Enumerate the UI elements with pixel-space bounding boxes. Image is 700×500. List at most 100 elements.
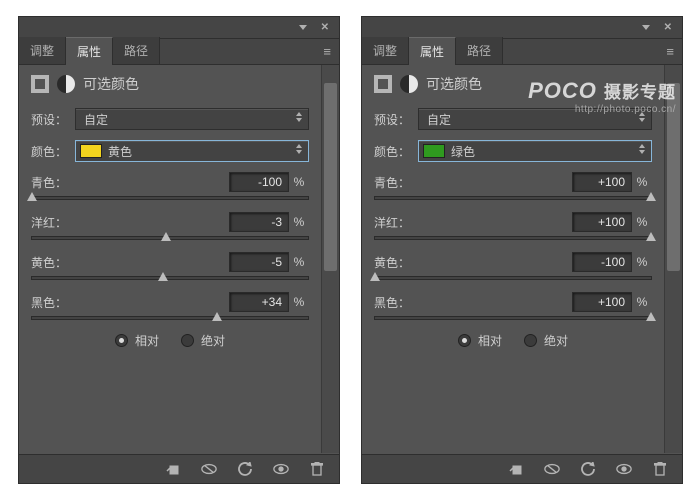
black-label: 黑色： xyxy=(374,294,572,311)
radio-relative[interactable]: 相对 xyxy=(115,332,159,349)
magenta-label: 洋红： xyxy=(374,214,572,231)
yellow-label: 黄色： xyxy=(31,254,229,271)
panel-title: 可选颜色 xyxy=(83,74,139,94)
color-label: 颜色： xyxy=(31,143,75,160)
cyan-input[interactable]: -100 xyxy=(229,172,289,192)
black-input[interactable]: +34 xyxy=(229,292,289,312)
cyan-slider[interactable] xyxy=(374,196,652,200)
tab-paths[interactable]: 路径 xyxy=(113,37,160,64)
cyan-input[interactable]: +100 xyxy=(572,172,632,192)
yellow-thumb[interactable] xyxy=(158,272,168,281)
color-swatch xyxy=(423,144,445,158)
percent-label: % xyxy=(289,295,309,309)
radio-absolute[interactable]: 绝对 xyxy=(181,332,225,349)
black-thumb[interactable] xyxy=(646,312,656,321)
black-label: 黑色： xyxy=(31,294,229,311)
tab-properties[interactable]: 属性 xyxy=(409,37,456,65)
radio-relative[interactable]: 相对 xyxy=(458,332,502,349)
panel-selective-color-right: ✕ 调整 属性 路径 ≡ 可选颜色 预设： 自定 颜色： xyxy=(361,16,683,484)
visibility-icon[interactable] xyxy=(616,461,632,477)
percent-label: % xyxy=(632,175,652,189)
collapse-arrows-icon[interactable] xyxy=(299,25,307,30)
magenta-thumb[interactable] xyxy=(646,232,656,241)
magenta-thumb[interactable] xyxy=(161,232,171,241)
yellow-thumb[interactable] xyxy=(370,272,380,281)
radio-label: 相对 xyxy=(135,332,159,349)
panel-footer xyxy=(362,454,682,483)
color-dropdown[interactable]: 黄色 xyxy=(75,140,309,162)
color-label: 颜色： xyxy=(374,143,418,160)
radio-icon xyxy=(524,334,537,347)
color-value: 绿色 xyxy=(451,143,475,160)
close-icon[interactable]: ✕ xyxy=(321,22,329,33)
preset-dropdown[interactable]: 自定 xyxy=(75,108,309,130)
panel-menu-icon[interactable]: ≡ xyxy=(323,44,331,59)
radio-label: 相对 xyxy=(478,332,502,349)
tab-paths[interactable]: 路径 xyxy=(456,37,503,64)
percent-label: % xyxy=(632,255,652,269)
yellow-slider[interactable] xyxy=(31,276,309,280)
radio-label: 绝对 xyxy=(201,332,225,349)
cyan-thumb[interactable] xyxy=(27,192,37,201)
color-swatch xyxy=(80,144,102,158)
radio-icon xyxy=(458,334,471,347)
preset-value: 自定 xyxy=(84,111,108,128)
layer-mask-icon[interactable] xyxy=(57,75,75,93)
panel-title: 可选颜色 xyxy=(426,74,482,94)
reset-icon[interactable] xyxy=(580,461,596,477)
tab-adjustments[interactable]: 调整 xyxy=(19,37,66,64)
adjustment-type-icon[interactable] xyxy=(374,75,392,93)
collapse-arrows-icon[interactable] xyxy=(642,25,650,30)
scrollbar-thumb[interactable] xyxy=(667,83,680,271)
preset-dropdown[interactable]: 自定 xyxy=(418,108,652,130)
layer-mask-icon[interactable] xyxy=(400,75,418,93)
magenta-slider[interactable] xyxy=(31,236,309,240)
radio-icon xyxy=(181,334,194,347)
magenta-input[interactable]: -3 xyxy=(229,212,289,232)
black-thumb[interactable] xyxy=(212,312,222,321)
trash-icon[interactable] xyxy=(652,461,668,477)
color-dropdown[interactable]: 绿色 xyxy=(418,140,652,162)
cyan-label: 青色： xyxy=(31,174,229,191)
panel-topbar: ✕ xyxy=(362,17,682,39)
tab-bar: 调整 属性 路径 ≡ xyxy=(362,39,682,65)
view-previous-icon[interactable] xyxy=(544,461,560,477)
tab-properties[interactable]: 属性 xyxy=(66,37,113,65)
magenta-input[interactable]: +100 xyxy=(572,212,632,232)
tab-adjustments[interactable]: 调整 xyxy=(362,37,409,64)
panel-topbar: ✕ xyxy=(19,17,339,39)
percent-label: % xyxy=(289,175,309,189)
panel-content: 可选颜色 预设： 自定 颜色： 黄色 青色： - xyxy=(19,65,321,453)
radio-absolute[interactable]: 绝对 xyxy=(524,332,568,349)
magenta-slider[interactable] xyxy=(374,236,652,240)
panel-menu-icon[interactable]: ≡ xyxy=(666,44,674,59)
percent-label: % xyxy=(632,295,652,309)
trash-icon[interactable] xyxy=(309,461,325,477)
cyan-thumb[interactable] xyxy=(646,192,656,201)
yellow-input[interactable]: -5 xyxy=(229,252,289,272)
color-value: 黄色 xyxy=(108,143,132,160)
preset-label: 预设： xyxy=(31,111,75,128)
vertical-scrollbar[interactable] xyxy=(321,65,339,453)
preset-label: 预设： xyxy=(374,111,418,128)
reset-icon[interactable] xyxy=(237,461,253,477)
panel-footer xyxy=(19,454,339,483)
clip-to-layer-icon[interactable] xyxy=(508,461,524,477)
yellow-input[interactable]: -100 xyxy=(572,252,632,272)
close-icon[interactable]: ✕ xyxy=(664,22,672,33)
visibility-icon[interactable] xyxy=(273,461,289,477)
magenta-label: 洋红： xyxy=(31,214,229,231)
cyan-slider[interactable] xyxy=(31,196,309,200)
vertical-scrollbar[interactable] xyxy=(664,65,682,453)
yellow-slider[interactable] xyxy=(374,276,652,280)
black-input[interactable]: +100 xyxy=(572,292,632,312)
black-slider[interactable] xyxy=(374,316,652,320)
view-previous-icon[interactable] xyxy=(201,461,217,477)
panel-selective-color-left: ✕ 调整 属性 路径 ≡ 可选颜色 预设： 自定 颜色： xyxy=(18,16,340,484)
scrollbar-thumb[interactable] xyxy=(324,83,337,271)
tab-bar: 调整 属性 路径 ≡ xyxy=(19,39,339,65)
radio-label: 绝对 xyxy=(544,332,568,349)
clip-to-layer-icon[interactable] xyxy=(165,461,181,477)
adjustment-type-icon[interactable] xyxy=(31,75,49,93)
black-slider[interactable] xyxy=(31,316,309,320)
